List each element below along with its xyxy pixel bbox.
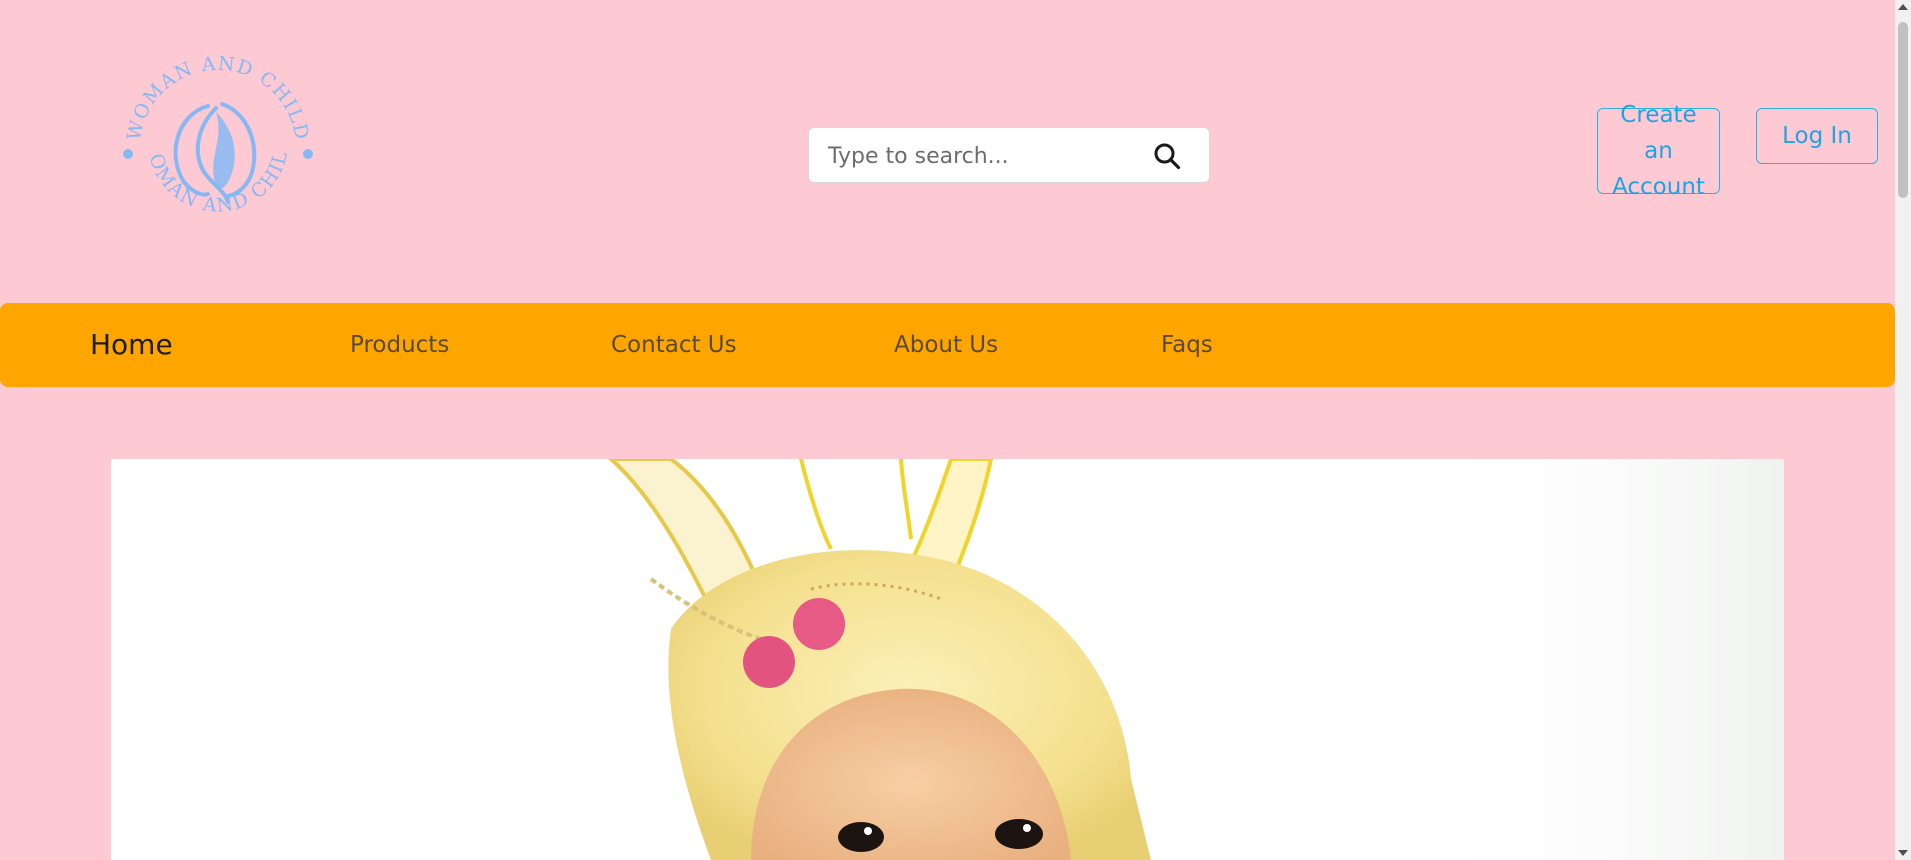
nav-item-home[interactable]: Home: [90, 303, 173, 387]
login-button[interactable]: Log In: [1756, 108, 1878, 164]
scrollbar-thumb[interactable]: [1898, 22, 1908, 198]
scroll-down-icon[interactable]: [1898, 850, 1908, 856]
logo-text-top: WOMAN AND CHILD: [123, 53, 311, 143]
eye-right: [995, 819, 1043, 849]
login-label: Log In: [1782, 123, 1852, 149]
nav-item-products[interactable]: Products: [350, 303, 449, 387]
pompom-lower: [743, 636, 795, 688]
pompom-upper: [793, 598, 845, 650]
hero-banner: [111, 459, 1784, 860]
hair-silhouette-icon: [173, 102, 257, 204]
hero-baby-image: [111, 459, 1784, 860]
search-input[interactable]: [826, 128, 1150, 184]
main-navbar: Home Products Contact Us About Us Faqs: [0, 303, 1895, 387]
eye-left: [838, 822, 884, 852]
create-account-label: Create an Account: [1612, 102, 1705, 200]
logo-dot-right: [303, 149, 313, 159]
nav-item-about-us[interactable]: About Us: [894, 303, 998, 387]
search-icon[interactable]: [1153, 142, 1181, 170]
search-bar: [808, 127, 1210, 184]
nav-item-contact-us[interactable]: Contact Us: [611, 303, 737, 387]
logo-dot-left: [123, 149, 133, 159]
nav-item-faqs[interactable]: Faqs: [1161, 303, 1213, 387]
logo-emblem: WOMAN AND CHILD WOMAN AND CHILD: [101, 25, 313, 217]
create-account-button[interactable]: Create an Account: [1597, 102, 1720, 200]
svg-text:WOMAN AND CHILD: WOMAN AND CHILD: [123, 53, 313, 143]
page-scrollbar[interactable]: [1895, 0, 1911, 860]
scroll-up-icon[interactable]: [1898, 4, 1908, 10]
brand-logo[interactable]: WOMAN AND CHILD WOMAN AND CHILD: [101, 25, 324, 254]
logo-hair-fill: [213, 112, 235, 189]
